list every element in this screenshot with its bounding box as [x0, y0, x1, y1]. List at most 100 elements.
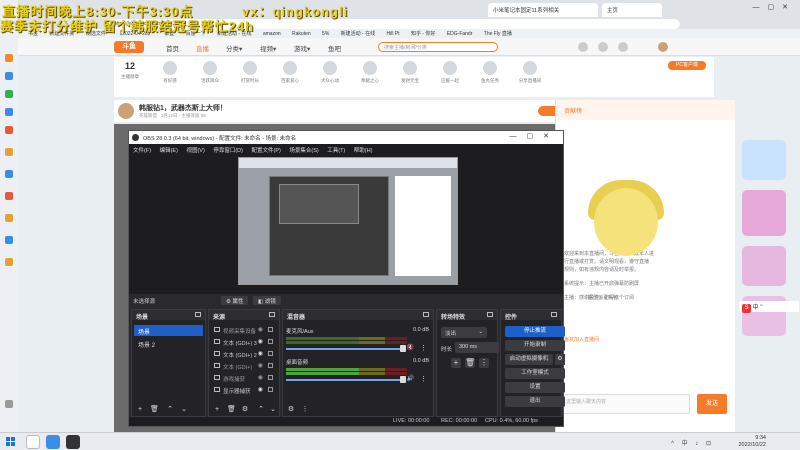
app-icon[interactable] — [5, 148, 13, 156]
lock-icon[interactable] — [268, 339, 273, 344]
avatar[interactable] — [658, 42, 668, 52]
undock-icon[interactable] — [423, 312, 429, 317]
clock[interactable]: 9:34 2022/10/22 — [738, 435, 766, 449]
scene-item[interactable]: 场景 — [134, 325, 203, 336]
chat-tab[interactable]: 贡献榜 — [564, 106, 582, 115]
app-icon[interactable] — [5, 90, 13, 98]
streamer-avatar[interactable] — [118, 103, 134, 119]
nav-item[interactable]: 游戏▾ — [294, 43, 310, 53]
site-logo[interactable]: 斗鱼 — [114, 41, 144, 53]
ad-banner[interactable] — [742, 190, 786, 236]
app-icon[interactable] — [5, 72, 13, 80]
bookmark-item[interactable]: 知乎 - 你好 — [411, 30, 435, 37]
ad-banner[interactable] — [742, 246, 786, 286]
properties-button[interactable]: ⚙ 属性 — [221, 296, 249, 305]
window-controls[interactable]: —▢✕ — [510, 132, 559, 140]
source-item[interactable]: 文本 (GDI+) 3 ◉ — [211, 336, 277, 348]
pc-client-button[interactable]: PC客户端 — [668, 61, 706, 70]
lock-icon[interactable] — [268, 351, 273, 356]
app-icon[interactable] — [5, 108, 13, 116]
gift-item[interactable]: 有好感 — [158, 61, 182, 84]
scene-item[interactable]: 场景 2 — [134, 338, 203, 349]
window-controls[interactable]: —▢✕ — [753, 3, 796, 11]
app-icon[interactable] — [5, 236, 13, 244]
bookmark-item[interactable]: EDG-Fandr — [447, 31, 473, 37]
transition-select[interactable]: 淡出 ⌄ — [441, 327, 487, 338]
gear-icon[interactable]: ⚙ — [287, 406, 295, 414]
chevron-down-icon[interactable]: ⌄ — [180, 406, 188, 414]
source-item[interactable]: 显示器捕获 ◉ — [211, 384, 277, 396]
message-icon[interactable] — [618, 42, 628, 52]
obs-icon[interactable] — [66, 435, 80, 449]
nav-item[interactable]: 直播 — [196, 43, 209, 53]
bookmark-item[interactable]: Rakuten — [292, 31, 311, 37]
gift-item[interactable]: 活跃观众 — [198, 61, 222, 84]
undock-icon[interactable] — [269, 312, 275, 317]
gift-item[interactable]: 百家爱心 — [278, 61, 302, 84]
slider-knob[interactable] — [400, 376, 406, 383]
follow-icon[interactable] — [598, 42, 608, 52]
trash-icon[interactable]: 🗑 — [227, 406, 236, 414]
start-recording-button[interactable]: 开始录制 — [505, 340, 565, 351]
bookmark-item[interactable]: amazon — [263, 31, 281, 37]
nav-item[interactable]: 分类▾ — [226, 43, 242, 53]
duration-input[interactable]: 300 ms — [455, 342, 499, 353]
stop-streaming-button[interactable]: 停止推流 — [505, 326, 565, 337]
lock-icon[interactable] — [268, 327, 273, 332]
chevron-up-icon[interactable]: ⌃ — [166, 406, 174, 414]
app-icon[interactable] — [46, 435, 60, 449]
studio-mode-button[interactable]: 工作室模式 — [505, 368, 565, 379]
volume-slider[interactable] — [286, 376, 406, 383]
eye-icon[interactable]: ◉ — [258, 374, 263, 381]
ad-banner[interactable] — [742, 140, 786, 180]
source-item[interactable]: 视频采集设备 ◉ — [211, 324, 277, 336]
settings-button[interactable]: 设置 — [505, 382, 565, 393]
volume-slider[interactable] — [286, 345, 406, 352]
browser-tab[interactable]: 小米笔记本固定11系列相关 — [488, 3, 598, 17]
app-icon[interactable] — [5, 126, 13, 134]
gift-item[interactable]: 发财元宝 — [398, 61, 422, 84]
exit-button[interactable]: 退出 — [505, 396, 565, 407]
more-icon[interactable]: ⋮ — [420, 375, 427, 383]
bookmark-item[interactable]: 新建活动 - 在线 — [341, 30, 375, 37]
undock-icon[interactable] — [195, 312, 201, 317]
filters-button[interactable]: ◧ 滤镜 — [253, 296, 281, 305]
ime-indicator[interactable]: S 中 " — [739, 301, 799, 313]
more-icon[interactable]: ⋮ — [301, 406, 309, 414]
app-icon[interactable] — [5, 214, 13, 222]
trash-icon[interactable]: 🗑 — [465, 358, 475, 368]
lock-icon[interactable] — [268, 375, 273, 380]
gift-item[interactable]: 打赏时长 — [238, 61, 262, 84]
chat-input[interactable]: 这里输入聊天内容 — [562, 394, 690, 414]
gear-icon[interactable]: ⚙ — [241, 406, 249, 414]
settings-icon[interactable] — [5, 400, 13, 408]
source-item[interactable]: 文本 (GDI+) 2 ◉ — [211, 348, 277, 360]
search-input[interactable]: 搜索主播/房间/分类 — [378, 42, 498, 52]
gift-item[interactable]: 大众心动 — [318, 61, 342, 84]
eye-icon[interactable]: ◉ — [258, 386, 263, 393]
gear-icon[interactable]: ⚙ — [555, 354, 565, 365]
lock-icon[interactable] — [268, 363, 273, 368]
app-icon[interactable] — [5, 54, 13, 62]
browser-tab[interactable]: 主页 — [602, 3, 662, 17]
speaker-icon[interactable]: 🔊 — [407, 375, 414, 382]
mute-icon[interactable]: 🔇 — [407, 344, 414, 351]
gift-item[interactable]: 应援一起 — [438, 61, 462, 84]
app-icon[interactable] — [5, 192, 13, 200]
chevron-up-icon[interactable]: ⌃ — [257, 406, 265, 414]
source-item[interactable]: 文本 (GDI+) ◉ — [211, 360, 277, 372]
bookmark-item[interactable]: 5% — [322, 31, 329, 37]
undock-icon[interactable] — [551, 312, 557, 317]
nav-item[interactable]: 视频▾ — [260, 43, 276, 53]
nav-item[interactable]: 首页 — [166, 43, 179, 53]
app-icon[interactable] — [5, 258, 13, 266]
add-icon[interactable]: + — [451, 358, 461, 368]
send-button[interactable]: 发送 — [697, 394, 727, 414]
system-tray[interactable]: ^ 中 ♪ ⊡ — [671, 438, 714, 447]
gift-item[interactable]: 奉献之心 — [358, 61, 382, 84]
eye-icon[interactable]: ◉ — [258, 338, 263, 345]
history-icon[interactable] — [578, 42, 588, 52]
obs-preview[interactable] — [129, 154, 563, 294]
source-item[interactable]: 游戏捕获 ◉ — [211, 372, 277, 384]
add-icon[interactable]: + — [213, 406, 221, 414]
